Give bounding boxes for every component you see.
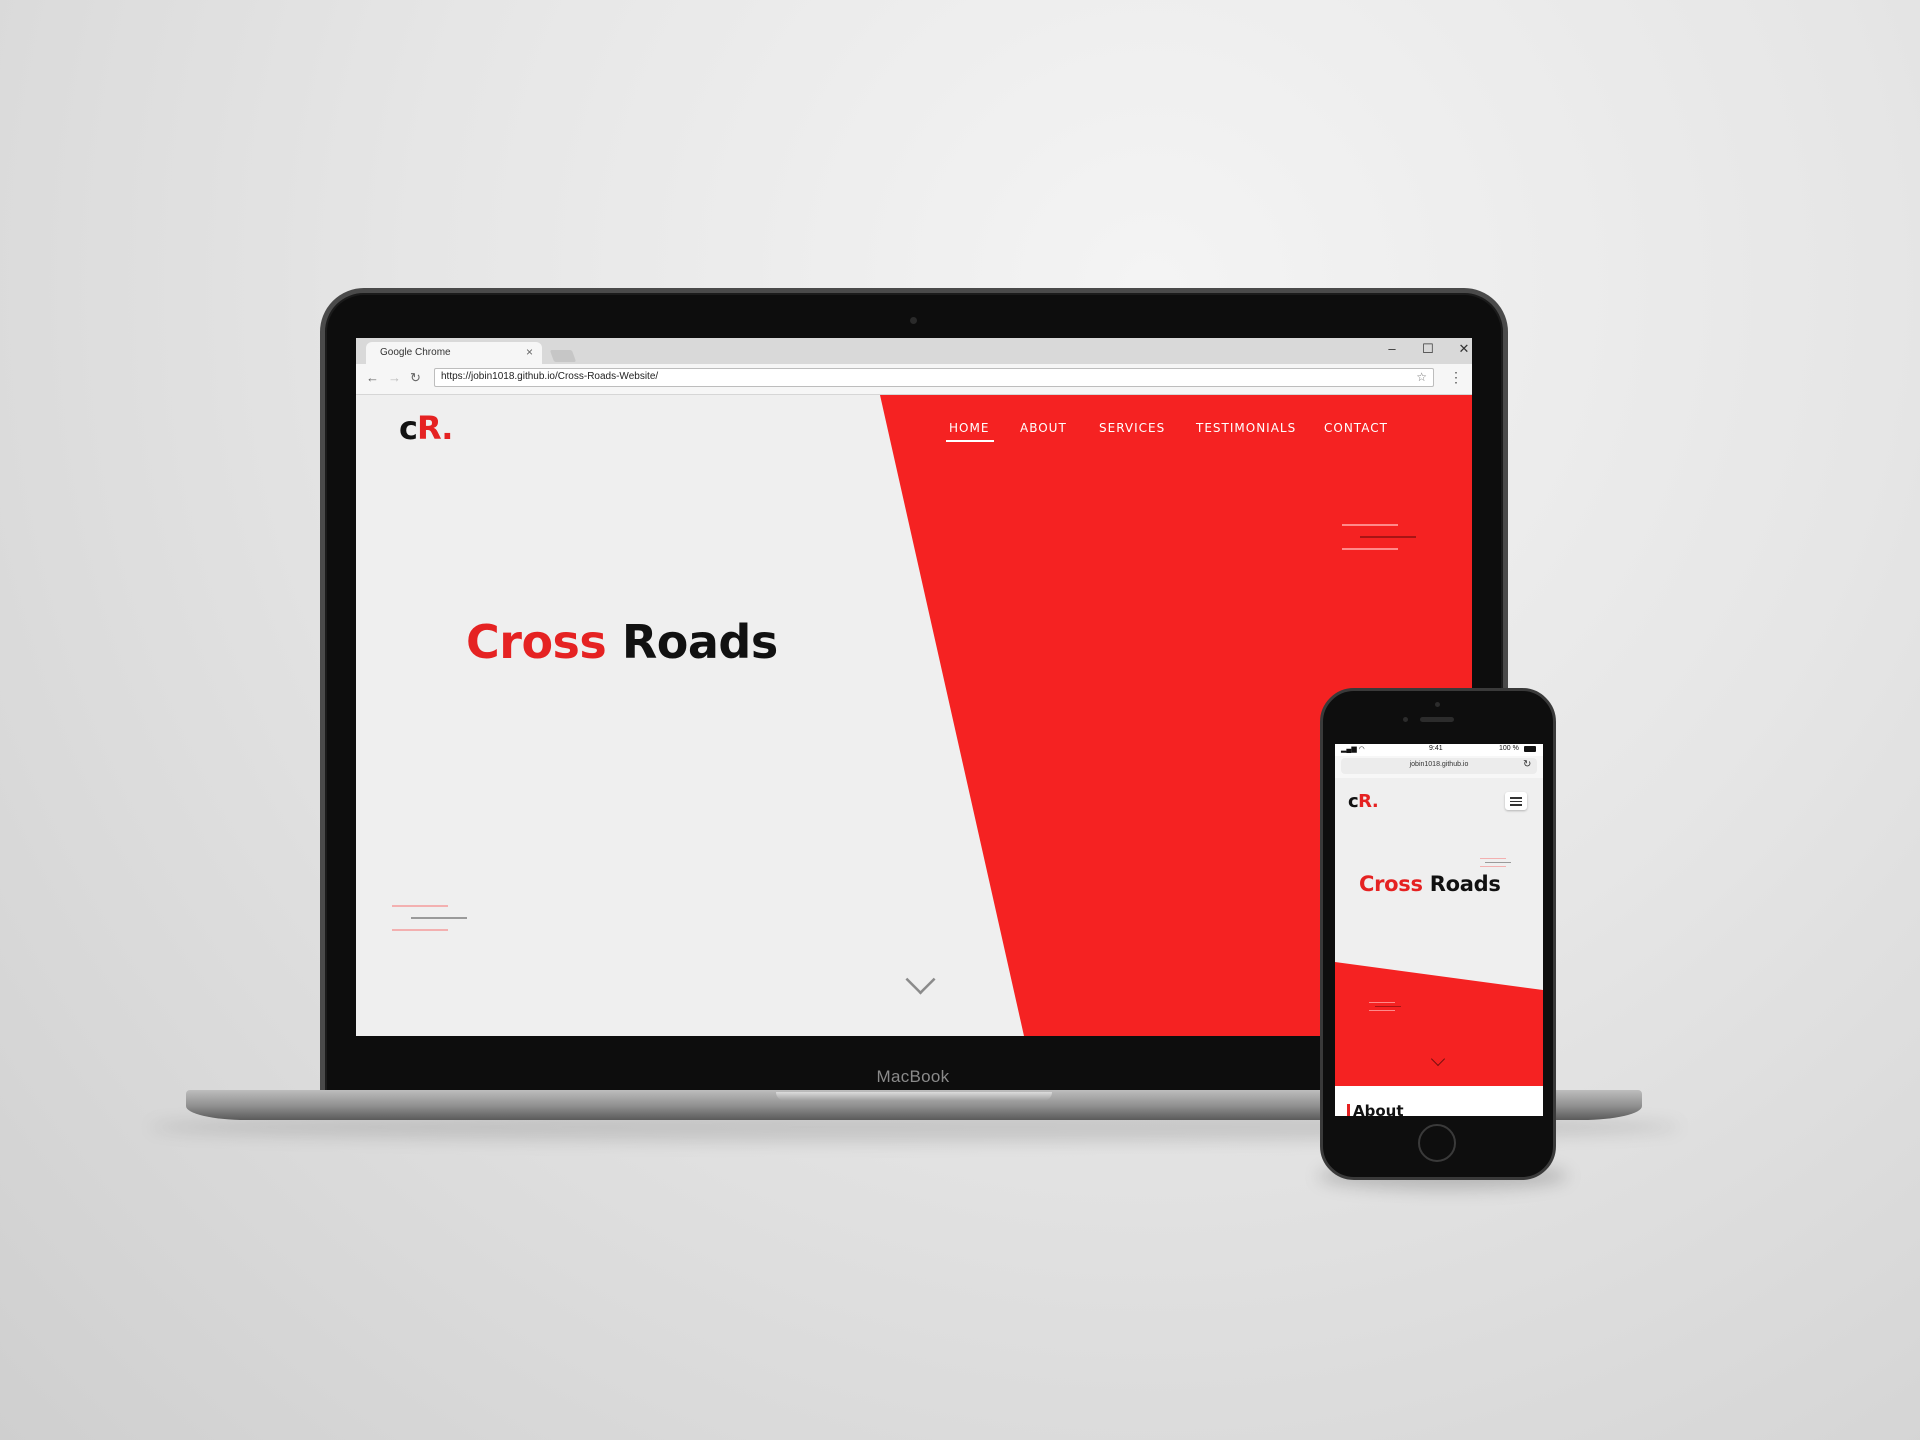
phone-reload-icon[interactable]: ↻ (1523, 759, 1531, 770)
phone-sensor (1435, 702, 1440, 707)
hero-red-panel (880, 395, 1472, 1036)
forward-icon[interactable]: → (388, 370, 401, 385)
hero-title: Cross Roads (466, 615, 778, 669)
window-close-button[interactable]: ✕ (1454, 341, 1472, 357)
decor-line (392, 905, 448, 907)
nav-contact[interactable]: CONTACT (1324, 421, 1388, 435)
tab-strip: Google Chrome × – ☐ ✕ (356, 338, 1472, 364)
about-accent-bar (1347, 1104, 1350, 1116)
laptop-notch (776, 1092, 1052, 1101)
decor-line (1369, 1010, 1395, 1011)
nav-home[interactable]: HOME (949, 421, 989, 435)
bookmark-star-icon[interactable]: ☆ (1416, 370, 1427, 384)
maximize-button[interactable]: ☐ (1418, 341, 1438, 357)
address-bar[interactable]: https://jobin1018.github.io/Cross-Roads-… (434, 368, 1434, 387)
phone-status-bar: ▂▄▆ ◠ 9:41 100 % (1335, 744, 1543, 756)
website-hero: cR. HOME ABOUT SERVICES TESTIMONIALS CON… (356, 395, 1472, 1036)
phone-hero-title: Cross Roads (1359, 872, 1501, 896)
decor-line (1342, 548, 1398, 550)
decor-line (411, 917, 467, 919)
decor-line (1480, 858, 1506, 859)
nav-active-underline (946, 440, 994, 442)
phone-home-button[interactable] (1418, 1124, 1456, 1162)
tab-close-icon[interactable]: × (526, 345, 533, 359)
browser-menu-icon[interactable]: ⋮ (1449, 369, 1463, 386)
decor-line (1369, 1002, 1395, 1003)
site-logo[interactable]: cR. (399, 409, 453, 447)
phone-site-logo[interactable]: cR. (1348, 791, 1379, 812)
decor-line (1480, 866, 1506, 867)
phone-speaker (1420, 717, 1454, 722)
scroll-down-chevron-icon[interactable] (905, 964, 936, 995)
decor-line (1485, 862, 1511, 863)
nav-testimonials[interactable]: TESTIMONIALS (1196, 421, 1296, 435)
decor-line (392, 929, 448, 931)
hamburger-menu-icon[interactable] (1505, 792, 1527, 810)
minimize-button[interactable]: – (1382, 341, 1402, 356)
phone-url: jobin1018.github.io (1409, 761, 1469, 768)
battery-icon (1524, 746, 1536, 752)
browser-toolbar: ← → ↻ https://jobin1018.github.io/Cross-… (356, 364, 1472, 395)
phone-camera (1403, 717, 1408, 722)
tab-title: Google Chrome (380, 347, 451, 358)
phone-screen: ▂▄▆ ◠ 9:41 100 % jobin1018.github.io ↻ c… (1335, 744, 1543, 1116)
nav-services[interactable]: SERVICES (1099, 421, 1165, 435)
status-battery: 100 % (1499, 745, 1519, 752)
address-bar-url: https://jobin1018.github.io/Cross-Roads-… (441, 371, 659, 382)
back-icon[interactable]: ← (366, 370, 379, 385)
status-time: 9:41 (1429, 745, 1443, 752)
laptop-screen: Google Chrome × – ☐ ✕ ← → ↻ https://jobi… (356, 338, 1472, 1036)
phone-red-panel (1335, 962, 1543, 1086)
new-tab-button[interactable] (549, 350, 577, 362)
browser-tab[interactable]: Google Chrome × (366, 342, 542, 364)
phone-address-bar[interactable]: jobin1018.github.io ↻ (1341, 758, 1537, 774)
signal-icon: ▂▄▆ ◠ (1341, 746, 1365, 753)
decor-line (1375, 1006, 1401, 1007)
decor-line (1360, 536, 1416, 538)
reload-icon[interactable]: ↻ (410, 370, 421, 386)
laptop-camera (910, 317, 917, 324)
macbook-label: MacBook (876, 1067, 950, 1086)
nav-about[interactable]: ABOUT (1020, 421, 1067, 435)
decor-line (1342, 524, 1398, 526)
about-heading: About (1353, 1102, 1404, 1116)
